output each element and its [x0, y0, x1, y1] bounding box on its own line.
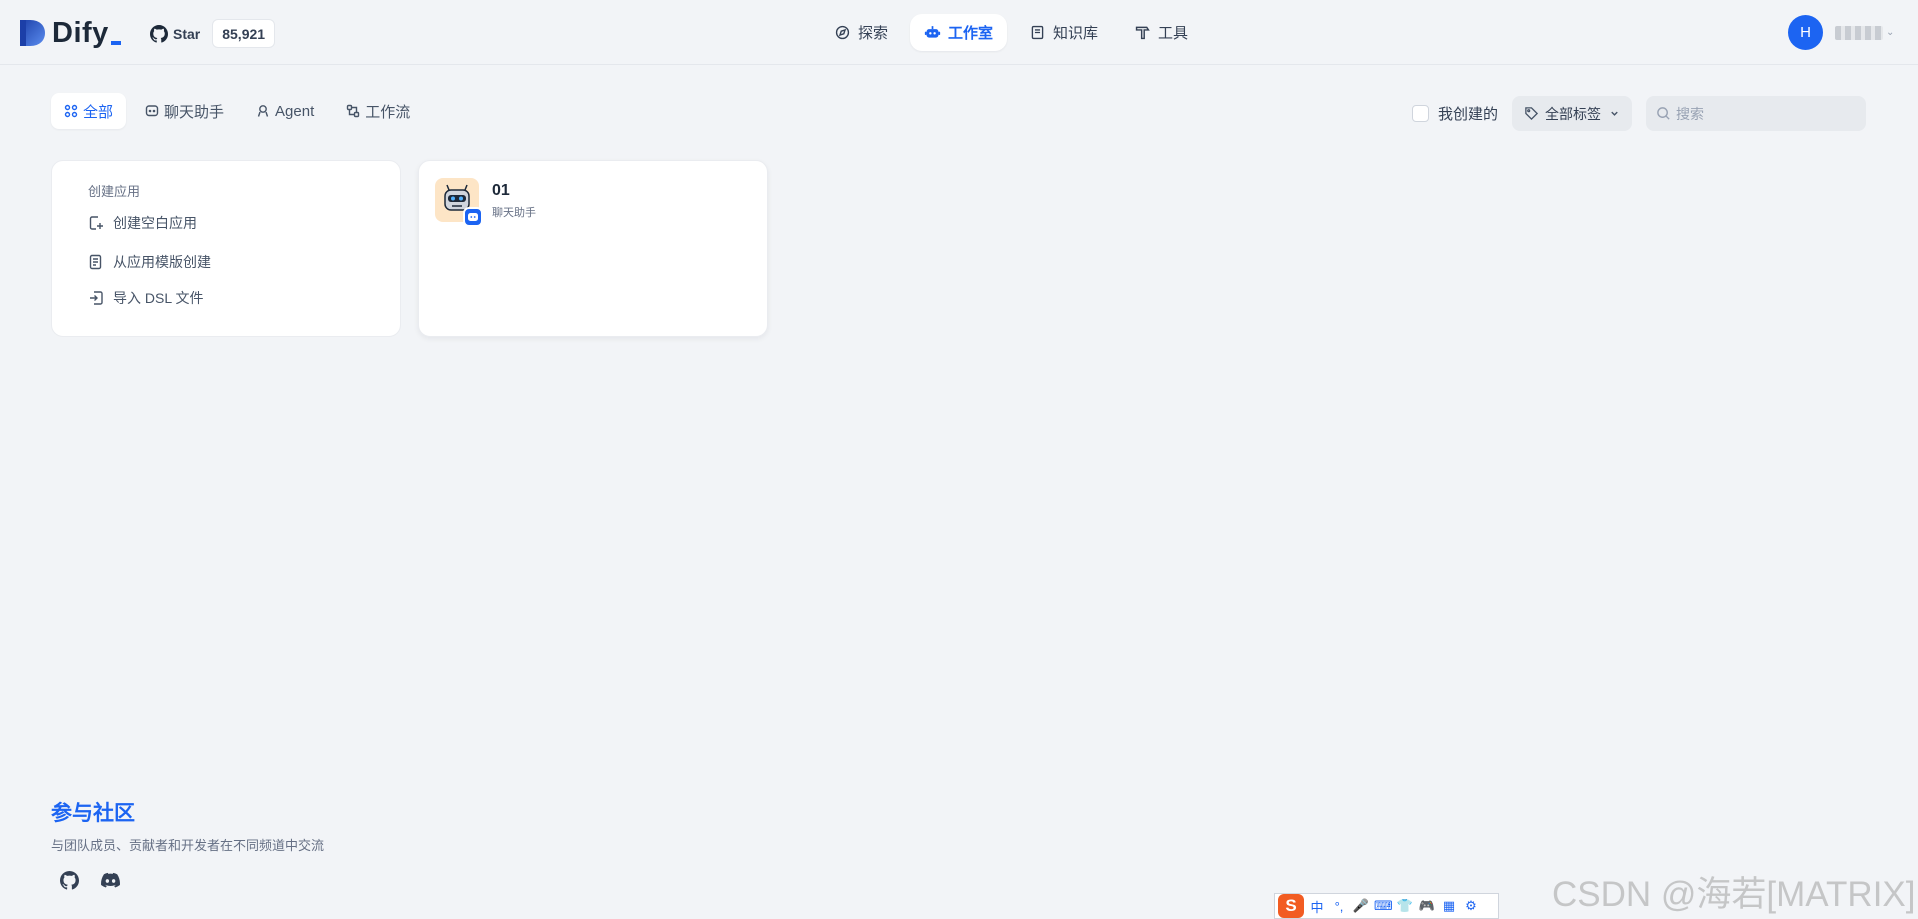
- tag-filter-dropdown[interactable]: 全部标签: [1512, 96, 1632, 131]
- community-links: [60, 871, 324, 890]
- avatar: H: [1788, 15, 1823, 50]
- app-type: 聊天助手: [492, 207, 536, 219]
- star-label: Star: [173, 25, 201, 42]
- tag-icon: [1525, 107, 1539, 121]
- github-star-button[interactable]: Star 85,921: [150, 19, 276, 48]
- ime-toolbar: S 中 °, 🎤 ⌨ 👕 🎮 ▦ ⚙: [1274, 893, 1499, 919]
- user-menu[interactable]: H ⌄: [1788, 15, 1894, 50]
- created-by-me-checkbox[interactable]: [1411, 105, 1429, 122]
- filter-bar: 我创建的 全部标签: [1411, 96, 1866, 131]
- dify-logo-text: Dify: [52, 16, 109, 49]
- create-from-template-button[interactable]: 从应用模版创建: [88, 252, 211, 272]
- apps-icon[interactable]: ▦: [1440, 898, 1458, 914]
- tab-workflow-label: 工作流: [365, 103, 411, 121]
- nav-explore[interactable]: 探索: [820, 14, 902, 51]
- search-icon: [1657, 107, 1670, 120]
- tag-filter-label: 全部标签: [1545, 105, 1601, 122]
- compass-icon: [835, 25, 850, 40]
- community-description: 与团队成员、贡献者和开发者在不同频道中交流: [51, 838, 325, 853]
- tab-all-label: 全部: [83, 103, 114, 121]
- user-name-redacted: [1835, 25, 1883, 40]
- nav-explore-label: 探索: [858, 25, 889, 42]
- nav-knowledge[interactable]: 知识库: [1015, 14, 1112, 51]
- github-icon: [150, 24, 168, 43]
- logo-cursor: [110, 41, 121, 45]
- ime-logo-icon[interactable]: S: [1278, 894, 1304, 918]
- skin-icon[interactable]: 👕: [1396, 898, 1414, 914]
- app-type-tabs: 全部 聊天助手 Agent 工作流: [51, 93, 423, 129]
- import-dsl-label: 导入 DSL 文件: [113, 290, 204, 306]
- import-dsl-button[interactable]: 导入 DSL 文件: [88, 288, 204, 308]
- nav-tools-label: 工具: [1158, 25, 1189, 42]
- game-icon[interactable]: 🎮: [1418, 898, 1436, 914]
- settings-icon[interactable]: ⚙: [1462, 898, 1480, 914]
- robot-icon: [924, 26, 941, 38]
- tab-chat-assistant-label: 聊天助手: [164, 103, 225, 121]
- app-name: 01: [492, 182, 510, 199]
- agent-icon: [257, 105, 269, 117]
- create-from-template-label: 从应用模版创建: [113, 254, 211, 270]
- create-blank-app-label: 创建空白应用: [113, 215, 197, 231]
- tab-chat-assistant[interactable]: 聊天助手: [132, 93, 237, 129]
- created-by-me-label: 我创建的: [1437, 106, 1498, 123]
- main-nav: 探索 工作室 知识库 工具: [820, 14, 1202, 52]
- chat-badge-icon: [463, 207, 483, 227]
- chat-icon: [145, 105, 159, 117]
- microphone-icon[interactable]: 🎤: [1352, 898, 1370, 914]
- created-by-me-filter[interactable]: 我创建的: [1411, 103, 1498, 124]
- book-icon: [1031, 25, 1044, 40]
- nav-studio-label: 工作室: [948, 25, 994, 42]
- grid-icon: [64, 104, 78, 118]
- chevron-down-icon: ⌄: [1886, 27, 1895, 38]
- create-app-card: 创建应用 创建空白应用 从应用模版创建 导入 DSL 文件: [51, 160, 401, 337]
- ime-punctuation[interactable]: °,: [1330, 899, 1348, 914]
- community-section: 参与社区 与团队成员、贡献者和开发者在不同频道中交流: [51, 797, 324, 890]
- ime-mode[interactable]: 中: [1308, 897, 1326, 916]
- blank-file-icon: [89, 216, 103, 230]
- chevron-down-icon: [1611, 111, 1618, 116]
- hammer-icon: [1135, 26, 1150, 40]
- github-icon[interactable]: [60, 871, 79, 890]
- search-box: [1646, 96, 1866, 131]
- top-navigation-bar: Dify Star 85,921 探索 工作室 知识库 工具 H ⌄: [0, 0, 1918, 65]
- dify-logo[interactable]: Dify: [18, 17, 121, 49]
- community-title: 参与社区: [51, 802, 135, 825]
- create-app-title: 创建应用: [88, 184, 141, 199]
- workflow-icon: [347, 104, 360, 118]
- tab-agent-label: Agent: [275, 102, 315, 120]
- nav-tools[interactable]: 工具: [1120, 14, 1202, 51]
- tab-workflow[interactable]: 工作流: [333, 93, 423, 129]
- create-blank-app-button[interactable]: 创建空白应用: [88, 213, 197, 233]
- template-icon: [89, 254, 102, 270]
- dify-logo-icon: [20, 20, 45, 46]
- search-input[interactable]: [1676, 105, 1856, 122]
- discord-icon[interactable]: [101, 871, 120, 890]
- nav-studio[interactable]: 工作室: [910, 14, 1008, 51]
- nav-knowledge-label: 知识库: [1053, 25, 1099, 42]
- star-count: 85,921: [212, 19, 276, 48]
- watermark: CSDN @海若[MATRIX]: [1552, 875, 1916, 914]
- keyboard-icon[interactable]: ⌨: [1374, 898, 1393, 914]
- app-card[interactable]: 01 聊天助手: [418, 160, 768, 337]
- import-icon: [90, 291, 103, 305]
- tab-all[interactable]: 全部: [51, 93, 127, 129]
- tab-agent[interactable]: Agent: [243, 93, 327, 129]
